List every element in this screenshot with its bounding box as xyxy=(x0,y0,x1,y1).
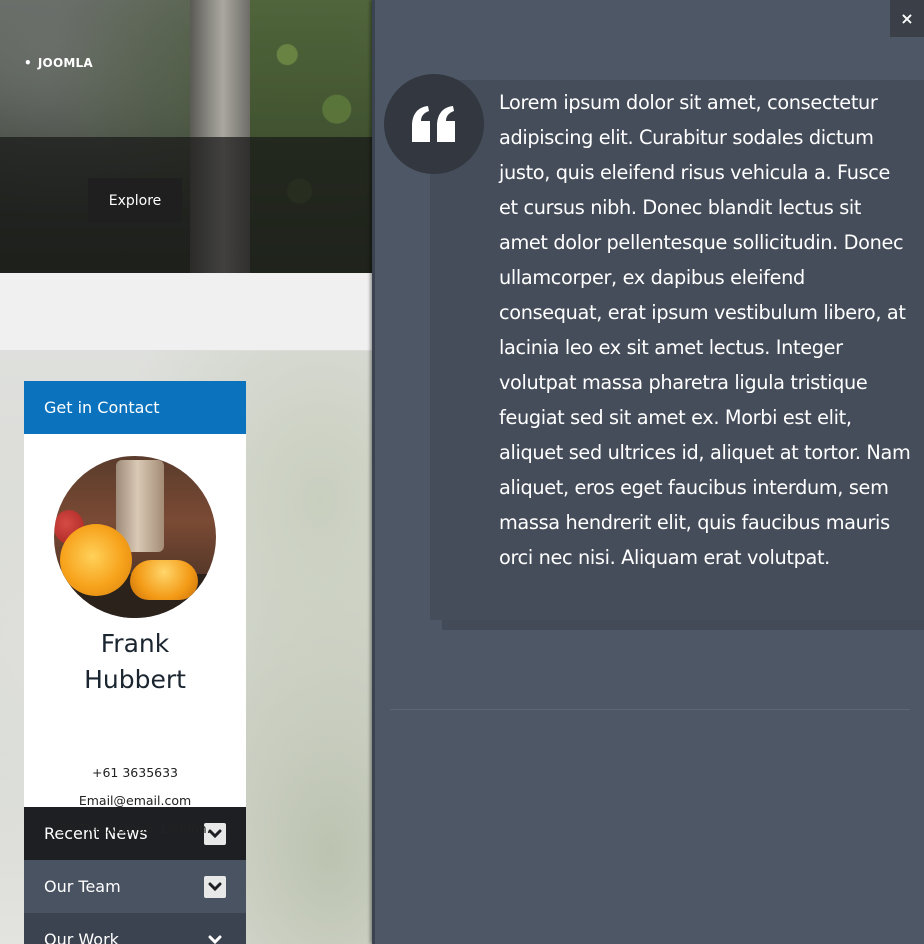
close-icon: × xyxy=(900,8,914,28)
avatar xyxy=(54,456,216,618)
bullet-icon: • xyxy=(24,56,32,70)
contact-card: Get in Contact Frank Hubbert +61 3635633… xyxy=(24,381,246,944)
quote-box-shadow xyxy=(442,620,924,630)
panel-divider xyxy=(390,709,910,710)
chevron-down-icon[interactable] xyxy=(204,929,226,944)
accordion-item-label: Our Work xyxy=(44,930,119,944)
contact-name: Frank Hubbert xyxy=(24,626,246,698)
quote-text: Lorem ipsum dolor sit amet, consectetur … xyxy=(499,91,911,569)
hero-banner: • JOOMLA Explore xyxy=(0,0,374,273)
contact-address: 35 The Avenue, London. xyxy=(59,821,211,836)
close-button[interactable]: × xyxy=(890,0,924,37)
contact-card-header: Get in Contact xyxy=(24,381,246,434)
hero-overlay xyxy=(0,137,374,273)
contact-email[interactable]: Email@email.com xyxy=(24,793,246,808)
accordion-item-label: Our Team xyxy=(44,877,121,896)
toolbar-strip xyxy=(0,273,374,351)
avatar-orange xyxy=(60,524,132,596)
panel-edge xyxy=(372,0,375,944)
breadcrumb[interactable]: • JOOMLA xyxy=(24,56,93,70)
avatar-orange-half xyxy=(130,560,198,600)
background-page: • JOOMLA Explore Get in Contact Frank Hub… xyxy=(0,0,374,944)
accordion-item-our-team[interactable]: Our Team xyxy=(24,860,246,913)
contact-first-name: Frank xyxy=(100,629,170,658)
breadcrumb-item[interactable]: JOOMLA xyxy=(38,56,93,70)
contact-phone: +61 3635633 xyxy=(91,765,179,780)
quote-left-icon xyxy=(384,74,484,174)
contact-last-name: Hubbert xyxy=(84,665,186,694)
accordion-item-our-work[interactable]: Our Work xyxy=(24,913,246,944)
chevron-down-icon[interactable] xyxy=(204,875,226,898)
contact-card-body: Frank Hubbert +61 3635633 Email@email.co… xyxy=(24,434,246,836)
explore-button[interactable]: Explore xyxy=(88,178,182,223)
